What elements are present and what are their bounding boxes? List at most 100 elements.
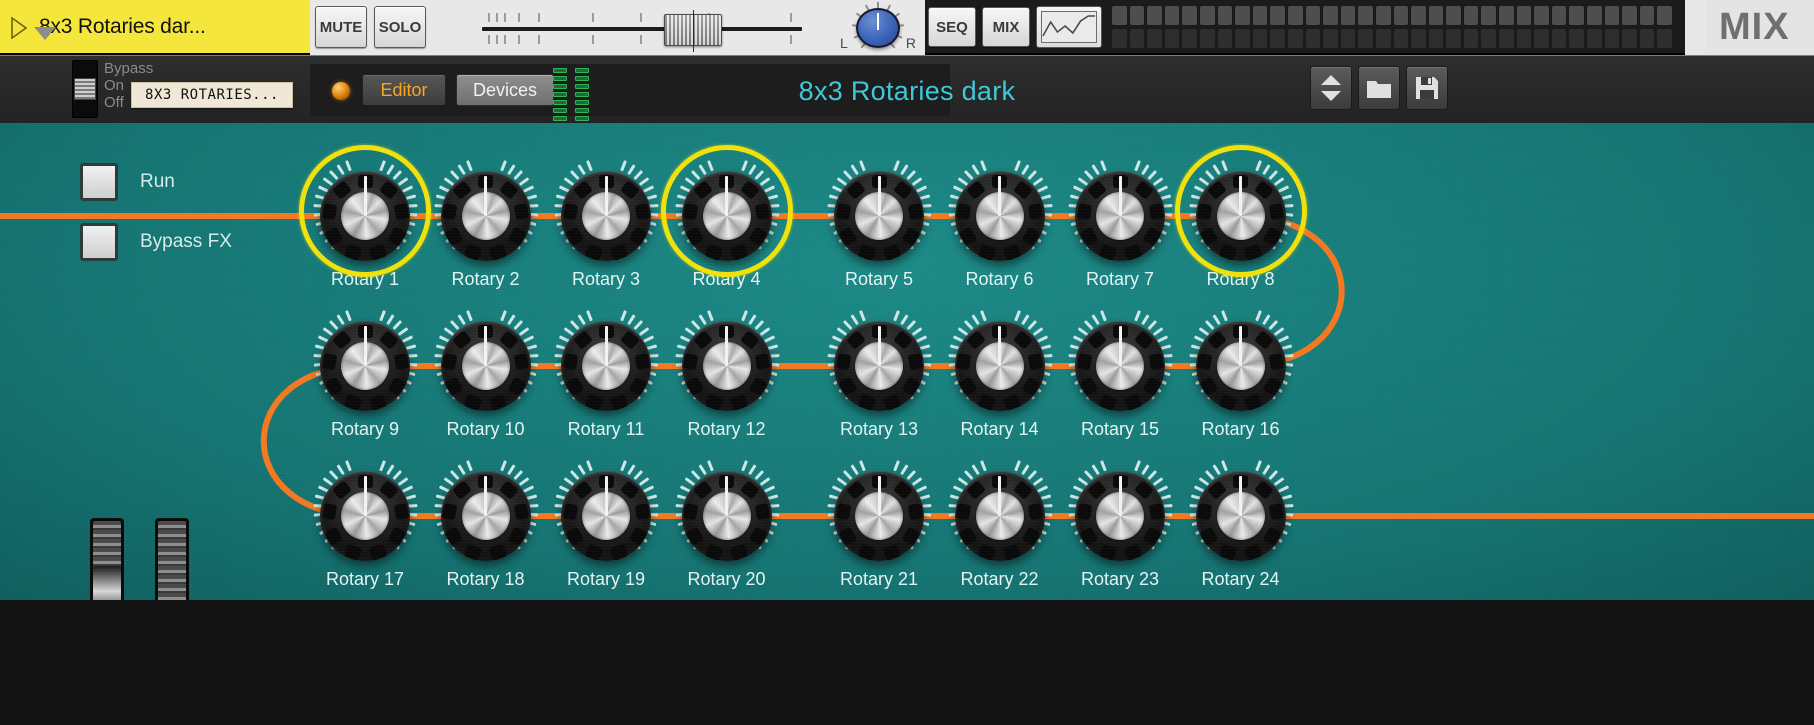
rotary-knob[interactable]	[1195, 171, 1286, 261]
led-cell[interactable]	[1481, 29, 1497, 48]
rotary-knob[interactable]	[561, 321, 651, 411]
led-cell[interactable]	[1164, 6, 1180, 25]
led-cell[interactable]	[1428, 6, 1444, 25]
led-cell[interactable]	[1340, 29, 1356, 48]
led-cell[interactable]	[1164, 29, 1180, 48]
led-cell[interactable]	[1112, 29, 1127, 48]
led-cell[interactable]	[1235, 6, 1250, 25]
floppy-disk-icon[interactable]	[1406, 66, 1448, 110]
led-cell[interactable]	[1129, 29, 1145, 48]
mix-button[interactable]: MIX	[982, 7, 1030, 47]
led-cell[interactable]	[1358, 6, 1373, 25]
volume-slider-thumb[interactable]	[664, 10, 722, 52]
led-cell[interactable]	[1305, 29, 1321, 48]
seq-button[interactable]: SEQ	[928, 7, 976, 47]
led-cell[interactable]	[1411, 29, 1426, 48]
pan-control[interactable]: L R	[828, 2, 928, 52]
envelope-curve-icon[interactable]	[1036, 6, 1102, 48]
led-cell[interactable]	[1446, 29, 1461, 48]
led-cell[interactable]	[1622, 6, 1637, 25]
rotary-knob[interactable]	[440, 321, 531, 411]
rotary-knob[interactable]	[954, 171, 1045, 261]
led-cell[interactable]	[1534, 6, 1549, 25]
led-cell[interactable]	[1639, 6, 1655, 25]
rotary-knob[interactable]	[320, 321, 410, 411]
led-cell[interactable]	[1270, 6, 1285, 25]
rotary-knob[interactable]	[1075, 321, 1165, 411]
led-cell[interactable]	[1516, 6, 1532, 25]
led-cell[interactable]	[1217, 29, 1233, 48]
led-cell[interactable]	[1516, 29, 1532, 48]
led-cell[interactable]	[1252, 6, 1268, 25]
rotary-knob[interactable]	[834, 471, 924, 561]
led-cell[interactable]	[1217, 6, 1233, 25]
led-cell[interactable]	[1657, 6, 1672, 25]
led-cell[interactable]	[1287, 6, 1303, 25]
rotary-knob[interactable]	[561, 171, 651, 261]
led-cell[interactable]	[1287, 29, 1303, 48]
led-cell[interactable]	[1252, 29, 1268, 48]
led-cell[interactable]	[1551, 29, 1567, 48]
led-cell[interactable]	[1323, 29, 1338, 48]
led-cell[interactable]	[1147, 6, 1162, 25]
volume-slider[interactable]	[470, 5, 815, 52]
led-cell[interactable]	[1340, 6, 1356, 25]
led-cell[interactable]	[1375, 29, 1391, 48]
led-cell[interactable]	[1182, 29, 1197, 48]
folder-icon[interactable]	[1358, 66, 1400, 110]
led-cell[interactable]	[1639, 29, 1655, 48]
rotary-knob[interactable]	[1195, 471, 1286, 561]
rotary-knob[interactable]	[1195, 321, 1286, 411]
led-cell[interactable]	[1323, 6, 1338, 25]
pan-knob[interactable]	[856, 8, 900, 48]
led-cell[interactable]	[1587, 29, 1602, 48]
led-cell[interactable]	[1129, 6, 1145, 25]
led-cell[interactable]	[1604, 29, 1620, 48]
led-cell[interactable]	[1499, 6, 1514, 25]
led-cell[interactable]	[1147, 29, 1162, 48]
mixer-panel-label[interactable]: MIX	[1705, 0, 1814, 55]
led-cell[interactable]	[1463, 29, 1479, 48]
led-cell[interactable]	[1393, 6, 1409, 25]
rotary-knob[interactable]	[954, 321, 1045, 411]
led-cell[interactable]	[1270, 29, 1285, 48]
led-cell[interactable]	[1551, 6, 1567, 25]
checkbox-run[interactable]	[80, 163, 118, 201]
rotary-knob[interactable]	[320, 171, 410, 261]
rotary-knob[interactable]	[954, 471, 1045, 561]
rotary-knob[interactable]	[1075, 471, 1165, 561]
led-cell[interactable]	[1375, 6, 1391, 25]
bypass-option-bypass[interactable]: Bypass	[104, 60, 153, 77]
led-cell[interactable]	[1428, 29, 1444, 48]
led-cell[interactable]	[1112, 6, 1127, 25]
rotary-knob[interactable]	[681, 321, 772, 411]
led-cell[interactable]	[1235, 29, 1250, 48]
up-down-arrows-icon[interactable]	[1310, 66, 1352, 110]
rotary-knob[interactable]	[834, 321, 924, 411]
led-cell[interactable]	[1569, 29, 1585, 48]
led-cell[interactable]	[1199, 29, 1215, 48]
led-cell[interactable]	[1182, 6, 1197, 25]
led-row-bottom[interactable]	[1112, 29, 1672, 48]
led-cell[interactable]	[1657, 29, 1672, 48]
led-cell[interactable]	[1358, 29, 1373, 48]
rotary-knob[interactable]	[834, 171, 924, 261]
led-row-top[interactable]	[1112, 6, 1672, 25]
led-cell[interactable]	[1199, 6, 1215, 25]
led-cell[interactable]	[1534, 29, 1549, 48]
led-cell[interactable]	[1569, 6, 1585, 25]
rotary-knob[interactable]	[440, 471, 531, 561]
led-cell[interactable]	[1604, 6, 1620, 25]
rotary-knob[interactable]	[681, 171, 772, 261]
rotary-knob[interactable]	[440, 171, 531, 261]
mute-button[interactable]: MUTE	[315, 6, 367, 48]
led-cell[interactable]	[1393, 29, 1409, 48]
led-cell[interactable]	[1305, 6, 1321, 25]
rotary-knob[interactable]	[320, 471, 410, 561]
play-triangle-icon[interactable]	[10, 15, 28, 40]
led-cell[interactable]	[1481, 6, 1497, 25]
led-cell[interactable]	[1446, 6, 1461, 25]
rotary-knob[interactable]	[561, 471, 651, 561]
chevron-down-icon[interactable]	[30, 22, 60, 44]
solo-button[interactable]: SOLO	[374, 6, 426, 48]
